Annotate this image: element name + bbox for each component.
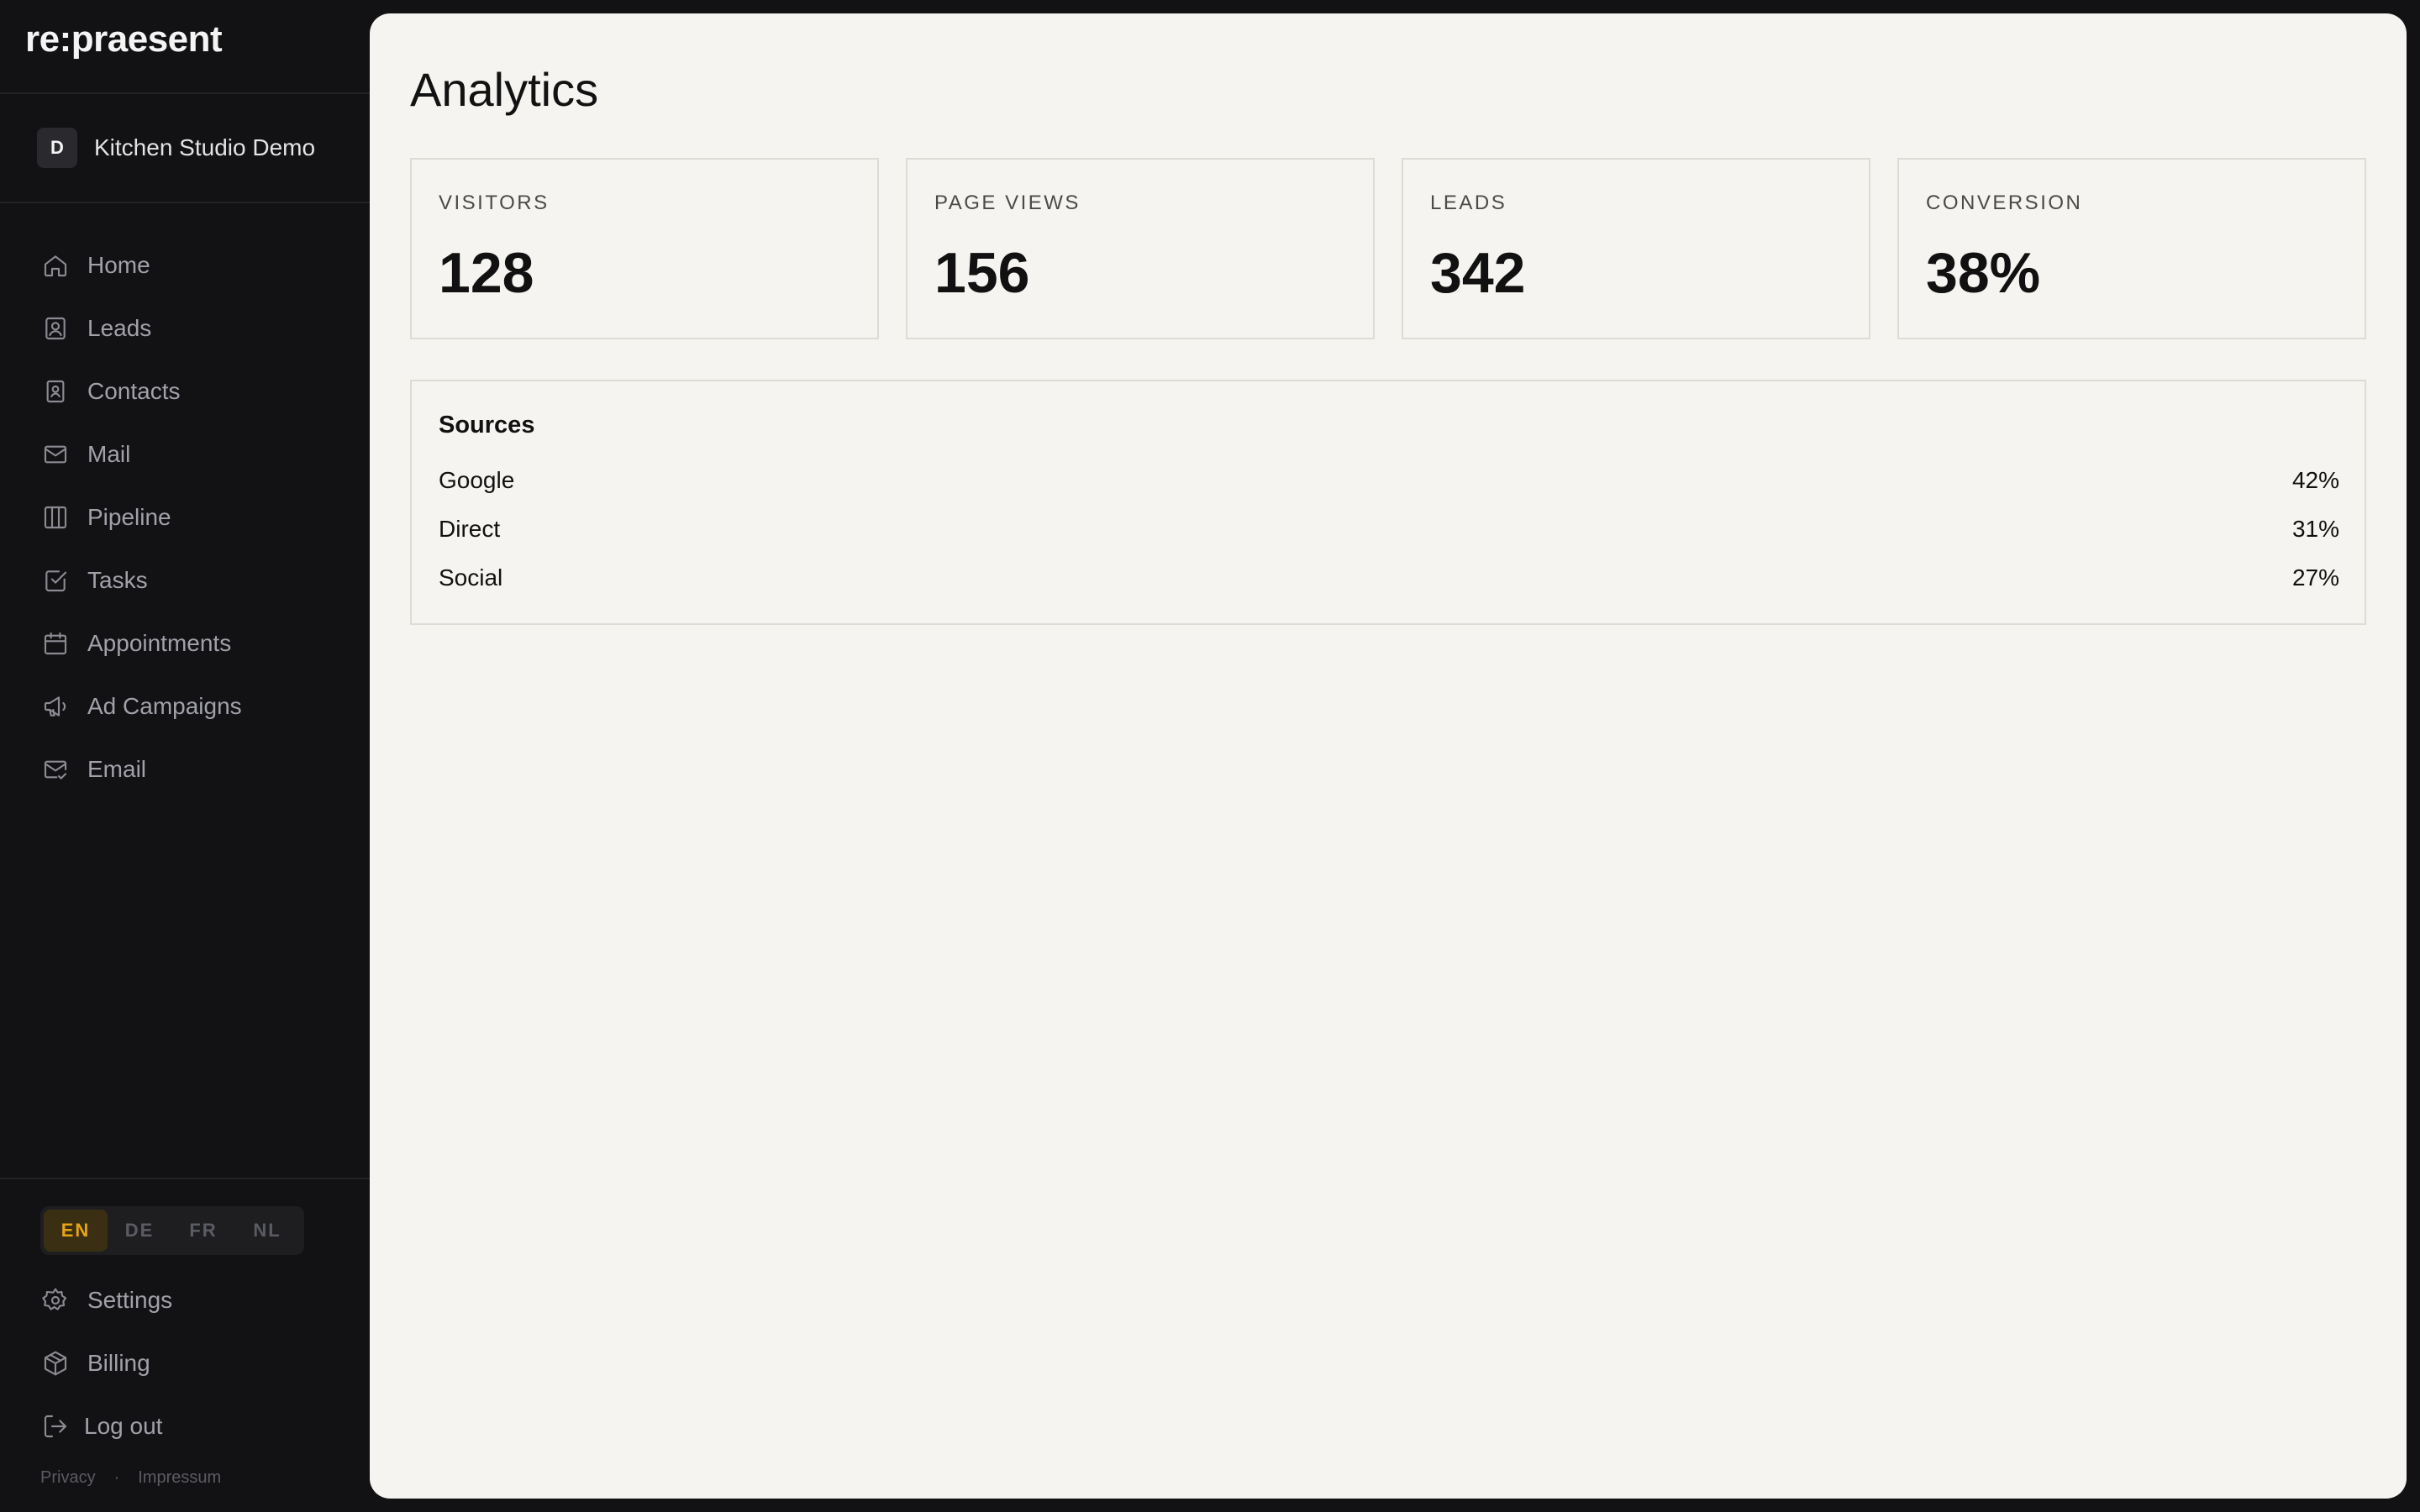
main-nav: Home Leads Contacts Mail Pipeline Tasks … — [40, 234, 343, 801]
main-panel: Analytics VISITORS 128 PAGE VIEWS 156 LE… — [370, 13, 2407, 1499]
nav-item-email[interactable]: Email — [40, 738, 343, 801]
bottom-nav: Settings Billing Log out — [40, 1268, 343, 1457]
gear-icon — [40, 1285, 71, 1315]
lead-icon — [40, 313, 71, 344]
workspace-name: Kitchen Studio Demo — [94, 134, 316, 160]
page-title: Analytics — [410, 63, 599, 116]
calendar-icon — [40, 628, 71, 659]
source-row: Direct 31% — [439, 516, 2339, 543]
stat-card-visitors: VISITORS 128 — [410, 158, 879, 339]
mail-icon — [40, 439, 71, 470]
lang-nl-button[interactable]: NL — [235, 1210, 299, 1252]
nav-item-label: Email — [87, 755, 147, 782]
stat-label: LEADS — [1430, 192, 1507, 214]
nav-item-label: Ad Campaigns — [87, 692, 242, 719]
divider — [0, 92, 370, 94]
source-value: 31% — [2291, 516, 2339, 542]
stat-card-page-views: PAGE VIEWS 156 — [906, 158, 1375, 339]
lang-en-button[interactable]: EN — [44, 1210, 108, 1252]
source-value: 42% — [2291, 467, 2339, 493]
source-name: Google — [439, 467, 515, 493]
nav-item-label: Mail — [87, 440, 131, 467]
divider — [0, 202, 370, 203]
contacts-icon — [40, 376, 71, 407]
workspace-badge: D — [37, 128, 77, 168]
logo[interactable]: re:praesent — [25, 18, 223, 60]
nav-item-contacts[interactable]: Contacts — [40, 360, 343, 423]
nav-item-settings[interactable]: Settings — [40, 1268, 343, 1331]
stat-value: 156 — [934, 241, 1030, 305]
source-name: Direct — [439, 516, 501, 542]
sources-card: Sources Google 42% Direct 31% Social 27% — [410, 380, 2366, 625]
nav-item-billing[interactable]: Billing — [40, 1331, 343, 1394]
nav-item-label: Settings — [87, 1286, 173, 1313]
source-row: Google 42% — [439, 467, 2339, 494]
megaphone-icon — [40, 691, 71, 722]
impressum-link[interactable]: Impressum — [138, 1468, 221, 1488]
email-check-icon — [40, 754, 71, 785]
stats-row: VISITORS 128 PAGE VIEWS 156 LEADS 342 CO… — [410, 158, 2366, 339]
home-icon — [40, 250, 71, 281]
privacy-link[interactable]: Privacy — [40, 1468, 96, 1488]
stat-label: PAGE VIEWS — [934, 192, 1081, 214]
nav-item-logout[interactable]: Log out — [40, 1394, 343, 1457]
nav-item-label: Home — [87, 251, 150, 278]
nav-item-label: Tasks — [87, 566, 148, 593]
stat-value: 128 — [439, 241, 534, 305]
footer-separator: · — [113, 1468, 120, 1487]
stat-value: 342 — [1430, 241, 1526, 305]
nav-item-leads[interactable]: Leads — [40, 297, 343, 360]
nav-item-appointments[interactable]: Appointments — [40, 612, 343, 675]
app-root: re:praesent D Kitchen Studio Demo Home L… — [0, 0, 2420, 1512]
nav-item-home[interactable]: Home — [40, 234, 343, 297]
source-row: Social 27% — [439, 564, 2339, 591]
sources-title: Sources — [439, 412, 535, 438]
box-icon — [40, 1348, 71, 1378]
source-value: 27% — [2291, 564, 2339, 591]
stat-label: VISITORS — [439, 192, 550, 214]
source-name: Social — [439, 564, 503, 591]
stat-value: 38% — [1926, 241, 2041, 305]
language-switcher: EN DE FR NL — [40, 1206, 304, 1255]
workspace-switcher[interactable]: D Kitchen Studio Demo — [37, 128, 315, 168]
logout-icon — [40, 1411, 71, 1441]
stat-card-leads: LEADS 342 — [1402, 158, 1870, 339]
sidebar: re:praesent D Kitchen Studio Demo Home L… — [0, 0, 370, 1512]
lang-de-button[interactable]: DE — [108, 1210, 171, 1252]
nav-item-ad-campaigns[interactable]: Ad Campaigns — [40, 675, 343, 738]
nav-item-label: Log out — [84, 1412, 163, 1439]
tasks-icon — [40, 565, 71, 596]
lang-fr-button[interactable]: FR — [171, 1210, 235, 1252]
nav-item-tasks[interactable]: Tasks — [40, 549, 343, 612]
nav-item-label: Appointments — [87, 629, 232, 656]
pipeline-icon — [40, 502, 71, 533]
nav-item-mail[interactable]: Mail — [40, 423, 343, 486]
stat-label: CONVERSION — [1926, 192, 2083, 214]
stat-card-conversion: CONVERSION 38% — [1897, 158, 2366, 339]
divider — [0, 1178, 370, 1179]
footer-links: Privacy · Impressum — [40, 1468, 221, 1488]
nav-item-label: Leads — [87, 314, 152, 341]
nav-item-pipeline[interactable]: Pipeline — [40, 486, 343, 549]
nav-item-label: Pipeline — [87, 503, 171, 530]
nav-item-label: Billing — [87, 1349, 150, 1376]
nav-item-label: Contacts — [87, 377, 181, 404]
